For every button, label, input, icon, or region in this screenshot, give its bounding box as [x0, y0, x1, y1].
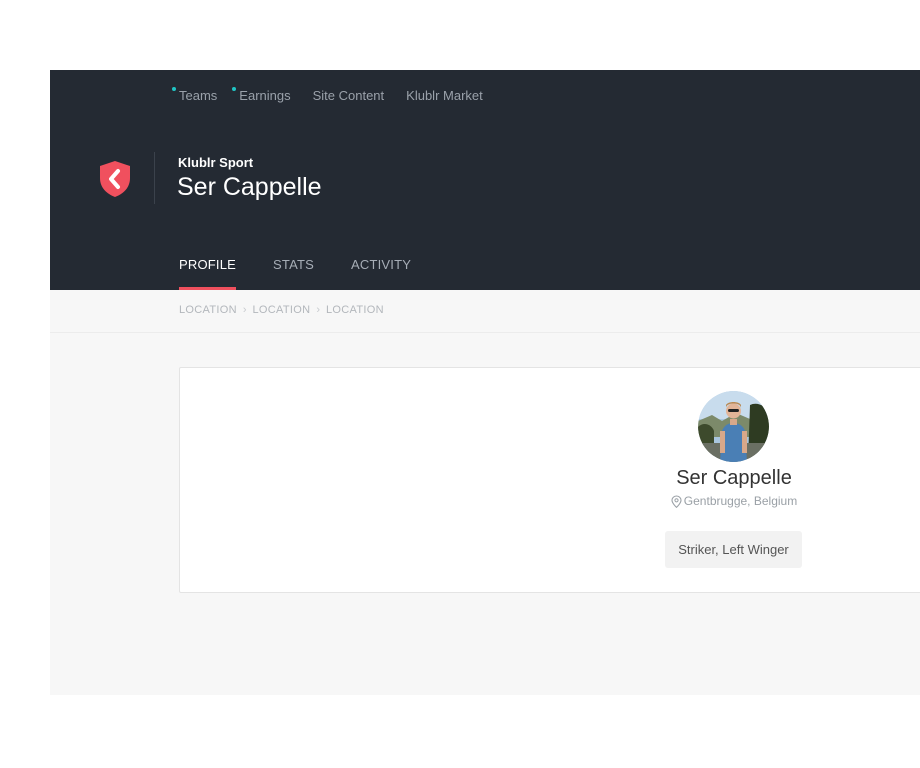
chevron-right-icon: › — [316, 304, 320, 316]
breadcrumb-bar: LOCATION › LOCATION › LOCATION — [50, 290, 920, 333]
topnav-item-earnings[interactable]: Earnings — [232, 87, 291, 103]
breadcrumb-item[interactable]: LOCATION — [326, 304, 384, 316]
tab-label: PROFILE — [179, 257, 237, 272]
tab-stats[interactable]: STATS — [273, 257, 314, 290]
tab-activity[interactable]: ACTIVITY — [351, 257, 411, 290]
breadcrumb: LOCATION › LOCATION › LOCATION — [179, 304, 384, 316]
klublr-shield-icon[interactable] — [98, 160, 132, 198]
tab-profile[interactable]: PROFILE — [179, 257, 237, 290]
tab-bar: PROFILE STATS ACTIVITY — [179, 257, 448, 290]
header-divider — [154, 152, 155, 204]
app-container: Teams Earnings Site Content Klublr Marke… — [50, 70, 920, 695]
position-badge: Striker, Left Winger — [665, 531, 802, 568]
tab-label: STATS — [273, 257, 314, 272]
header: Teams Earnings Site Content Klublr Marke… — [50, 70, 920, 290]
breadcrumb-item[interactable]: LOCATION — [179, 304, 237, 316]
breadcrumb-item[interactable]: LOCATION — [253, 304, 311, 316]
tab-label: ACTIVITY — [351, 257, 412, 272]
topnav-item-site-content[interactable]: Site Content — [313, 88, 385, 103]
location-text: Gentbrugge, Belgium — [683, 494, 798, 508]
chevron-right-icon: › — [242, 304, 247, 316]
topnav-label: Klublr Market — [406, 88, 483, 103]
avatar — [698, 391, 769, 462]
topnav-item-klublr-market[interactable]: Klublr Market — [406, 88, 483, 103]
page-title: Ser Cappelle — [177, 173, 322, 201]
org-name: Klublr Sport — [178, 155, 254, 170]
profile-card: Ser Cappelle Gentbrugge, Belgium Striker… — [179, 367, 920, 593]
notification-dot-icon — [232, 87, 237, 91]
map-pin-icon — [671, 494, 682, 508]
topnav-item-teams[interactable]: Teams — [172, 87, 218, 103]
topnav-label: Teams — [179, 88, 218, 103]
notification-dot-icon — [172, 87, 176, 91]
top-navigation: Teams Earnings Site Content Klublr Marke… — [172, 87, 505, 103]
profile-location: Gentbrugge, Belgium — [584, 494, 884, 508]
profile-name: Ser Cappelle — [676, 467, 792, 489]
topnav-label: Site Content — [312, 88, 385, 103]
topnav-label: Earnings — [239, 88, 291, 103]
